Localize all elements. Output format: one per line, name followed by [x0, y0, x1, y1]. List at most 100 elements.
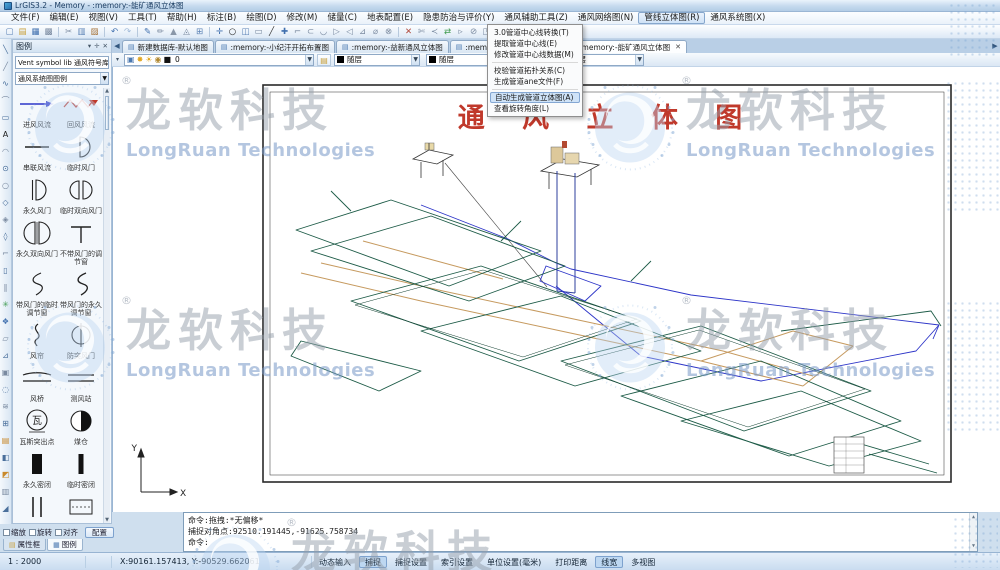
scroll-up-icon[interactable]: ▲ [105, 88, 109, 94]
status-button-5[interactable]: 打印距离 [549, 556, 593, 568]
status-button-3[interactable]: 索引设置 [435, 556, 479, 568]
draw-tool-20-icon[interactable]: ◌ [0, 381, 11, 398]
circle-cross-icon[interactable]: ⊗ [383, 26, 395, 38]
panel-tab-0[interactable]: ▤属性框 [3, 539, 46, 551]
menu-item-5[interactable]: 标注(B) [202, 12, 241, 24]
legend-item-4[interactable]: 永久风门 [15, 174, 59, 217]
swap-icon[interactable]: ⇄ [442, 26, 454, 38]
layer-color-icon[interactable]: ■ [163, 55, 171, 64]
scroll-down-icon[interactable]: ▼ [970, 542, 977, 550]
trim-icon[interactable]: ✄ [416, 26, 428, 38]
draw-tool-1-icon[interactable]: ╱ [0, 58, 11, 75]
lock-icon[interactable]: ◉ [154, 55, 161, 64]
draw-tool-14-icon[interactable]: ∥ [0, 279, 11, 296]
menu-item-13[interactable]: 管线立体图(R) [638, 12, 705, 24]
draw-tool-8-icon[interactable]: ○ [0, 177, 11, 194]
open-layer-button[interactable]: ▤ [317, 54, 331, 66]
legend-item-18[interactable]: 栅栏 [15, 491, 59, 523]
legend-item-7[interactable]: 不带风门的调节窗 [59, 217, 102, 268]
triangle-icon[interactable]: ▲ [168, 26, 180, 38]
drawing-canvas[interactable]: 通 风 立 体 图 [112, 67, 1000, 512]
legend-option-2[interactable]: 对齐 [55, 527, 78, 538]
draw-tool-10-icon[interactable]: ◈ [0, 211, 11, 228]
draw-tool-9-icon[interactable]: ◇ [0, 194, 11, 211]
draw-tool-7-icon[interactable]: ⊙ [0, 160, 11, 177]
draw-tool-27-icon[interactable]: ◢ [0, 500, 11, 517]
draw-tool-26-icon[interactable]: ▥ [0, 483, 11, 500]
chevron-down-icon[interactable]: ▼ [100, 73, 108, 84]
sun-icon[interactable]: ☀ [145, 55, 152, 64]
legend-item-15[interactable]: 煤仓 [59, 405, 102, 448]
draw-tool-18-icon[interactable]: ⊿ [0, 347, 11, 364]
draw-tool-23-icon[interactable]: ▤ [0, 432, 11, 449]
chevron-down-icon[interactable]: ▾ [88, 42, 91, 50]
document-tab-2[interactable]: ▤:memory:-益新通风立体图 [336, 40, 449, 53]
menu-item-12[interactable]: 通风网络图(N) [573, 12, 639, 24]
print-icon[interactable]: ▩ [43, 26, 55, 38]
legend-item-6[interactable]: 永久双向风门 [15, 217, 59, 268]
status-button-1[interactable]: 捕捉 [359, 556, 387, 568]
new-icon[interactable]: ▢ [4, 26, 16, 38]
menu-item-3[interactable]: 工具(T) [123, 12, 162, 24]
legend-item-9[interactable]: 带风门的永久调节窗 [59, 268, 102, 319]
draw-tool-5-icon[interactable]: A [0, 126, 11, 143]
draw-tool-17-icon[interactable]: ▱ [0, 330, 11, 347]
menu-item-14[interactable]: 通风系统图(X) [705, 12, 770, 24]
legend-item-11[interactable]: 防突风门 [59, 319, 102, 362]
checkbox[interactable] [29, 529, 36, 536]
status-button-0[interactable]: 动态输入 [313, 556, 357, 568]
menu-item-11[interactable]: 通风辅助工具(Z) [499, 12, 572, 24]
legend-item-17[interactable]: 临时密闭 [59, 448, 102, 491]
arc-open-icon[interactable]: ⊂ [305, 26, 317, 38]
checkbox[interactable] [3, 529, 10, 536]
draw-tool-4-icon[interactable]: ▭ [0, 109, 11, 126]
copy-icon[interactable]: ▥ [76, 26, 88, 38]
grid-icon[interactable]: ⊞ [194, 26, 206, 38]
legend-item-0[interactable]: 进风风流 [15, 88, 59, 131]
legend-item-1[interactable]: 回风风流 [59, 88, 102, 131]
legend-item-13[interactable]: 测风站 [59, 362, 102, 405]
legend-item-2[interactable]: 串联风流 [15, 131, 59, 174]
copy-object-icon[interactable]: ◫ [240, 26, 252, 38]
layer-combo[interactable]: ▣✸☀◉■ 0 ▼ [124, 54, 314, 66]
pencil-icon[interactable]: ✏ [155, 26, 167, 38]
draw-tool-22-icon[interactable]: ⊞ [0, 415, 11, 432]
draw-tool-12-icon[interactable]: ⌐ [0, 245, 11, 262]
plus-icon[interactable]: ✚ [279, 26, 291, 38]
wedge-icon[interactable]: ⊿ [357, 26, 369, 38]
scroll-down-icon[interactable]: ▼ [104, 517, 110, 523]
bulb-icon[interactable]: ✸ [137, 55, 144, 64]
menu-item-9[interactable]: 地表配置(E) [362, 12, 418, 24]
menu-option-8[interactable]: 查看旋转角度(L) [488, 103, 582, 114]
document-tab-1[interactable]: ▤:memory:-小纪汗开拓布置图 [215, 40, 335, 53]
angle-icon[interactable]: ≺ [429, 26, 441, 38]
legend-set-combo[interactable]: 通风系统图图例 ▼ [15, 72, 109, 85]
symbol-library-combo[interactable]: Vent symbol lib 通风符号库 ▼ [15, 56, 109, 69]
menu-item-8[interactable]: 储量(C) [322, 12, 362, 24]
draw-tool-6-icon[interactable]: ◠ [0, 143, 11, 160]
legend-item-12[interactable]: 风桥 [15, 362, 59, 405]
panel-tab-1[interactable]: ▦图例 [47, 539, 83, 551]
menu-item-0[interactable]: 文件(F) [6, 12, 45, 24]
tri-left-icon[interactable]: ◁ [344, 26, 356, 38]
menu-item-4[interactable]: 帮助(H) [162, 12, 202, 24]
redo-icon[interactable]: ↷ [122, 26, 134, 38]
toolbar-overflow-icon[interactable]: ▾ [116, 56, 119, 63]
layer-manager-icon[interactable]: ▣ [127, 55, 135, 64]
draw-tool-13-icon[interactable]: ▯ [0, 262, 11, 279]
polyline-icon[interactable]: ⌐ [292, 26, 304, 38]
command-scrollbar[interactable]: ▲ ▼ [969, 513, 977, 551]
draw-tool-2-icon[interactable]: ∿ [0, 75, 11, 92]
legend-option-1[interactable]: 旋转 [29, 527, 52, 538]
legend-item-3[interactable]: 临时风门 [59, 131, 102, 174]
legend-item-14[interactable]: 瓦瓦斯突出点 [15, 405, 59, 448]
menu-item-6[interactable]: 绘图(D) [241, 12, 281, 24]
menu-option-2[interactable]: 修改管道中心线数据(M) [488, 49, 582, 60]
checkbox[interactable] [55, 529, 62, 536]
draw-tool-16-icon[interactable]: ❖ [0, 313, 11, 330]
open-icon[interactable]: ▤ [17, 26, 29, 38]
paste-icon[interactable]: ▨ [89, 26, 101, 38]
save-icon[interactable]: ▦ [30, 26, 42, 38]
undo-icon[interactable]: ↶ [109, 26, 121, 38]
diameter-icon[interactable]: ⌀ [370, 26, 382, 38]
